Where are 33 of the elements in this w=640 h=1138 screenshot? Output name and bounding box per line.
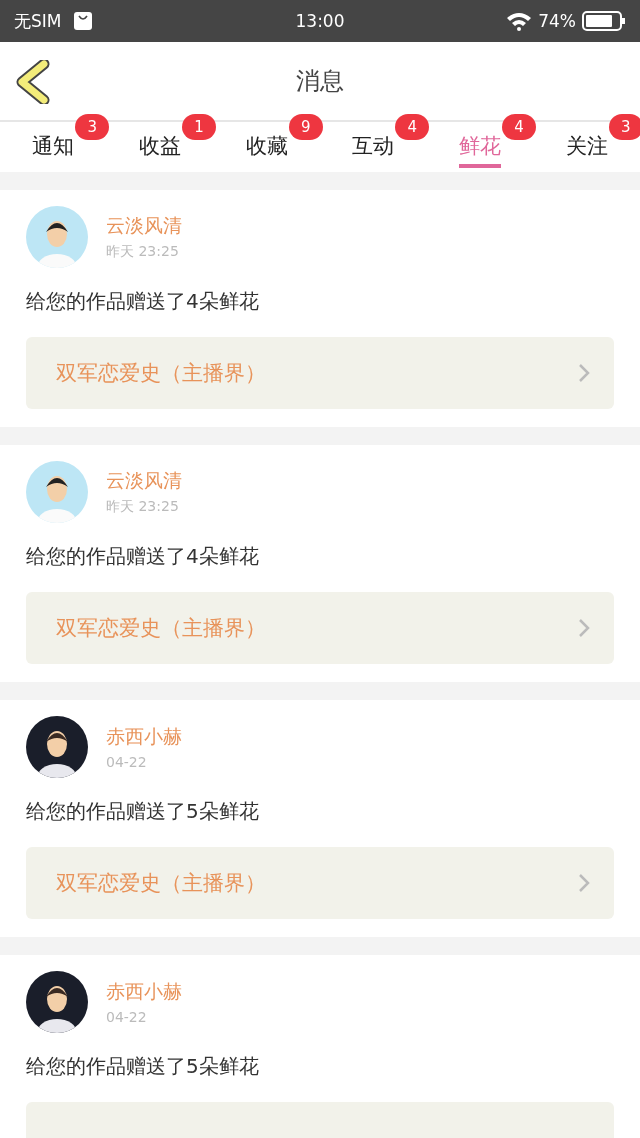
clock: 13:00 bbox=[295, 11, 345, 31]
carrier-label: 无SIM bbox=[14, 9, 62, 33]
tab[interactable]: 收藏 bbox=[245, 122, 288, 172]
count-badge: 4 bbox=[395, 114, 430, 140]
wifi-icon bbox=[506, 11, 533, 31]
shopping-bag-icon bbox=[73, 11, 94, 31]
user-name: 云淡风清 bbox=[106, 468, 182, 493]
user-name: 赤西小赫 bbox=[106, 979, 182, 1004]
battery-icon bbox=[582, 11, 626, 31]
tab[interactable]: 收益 bbox=[139, 122, 181, 172]
tab[interactable]: 关注 bbox=[565, 122, 608, 172]
chevron-right-icon bbox=[578, 363, 590, 383]
message-text: 给您的作品赠送了4朵鲜花 bbox=[26, 288, 260, 315]
chevron-right-icon bbox=[578, 618, 590, 638]
count-badge: 9 bbox=[288, 114, 323, 140]
battery-percent: 74% bbox=[538, 11, 576, 31]
message-text: 给您的作品赠送了5朵鲜花 bbox=[26, 798, 260, 825]
user-name: 赤西小赫 bbox=[106, 724, 182, 749]
user-name: 云淡风清 bbox=[106, 213, 182, 238]
timestamp: 04-22 bbox=[106, 754, 148, 770]
count-badge: 3 bbox=[608, 114, 640, 140]
count-badge: 3 bbox=[75, 114, 110, 140]
timestamp: 昨天 23:25 bbox=[106, 498, 180, 516]
message-text: 给您的作品赠送了5朵鲜花 bbox=[26, 1053, 260, 1080]
count-badge: 4 bbox=[502, 114, 536, 140]
message-text: 给您的作品赠送了4朵鲜花 bbox=[26, 543, 260, 570]
timestamp: 昨天 23:25 bbox=[106, 243, 180, 261]
chevron-right-icon bbox=[578, 873, 590, 893]
timestamp: 04-22 bbox=[106, 1009, 148, 1025]
tab[interactable]: 通知 bbox=[32, 122, 75, 172]
tab[interactable]: 互动 bbox=[352, 122, 395, 172]
page-title: 消息 bbox=[296, 66, 344, 97]
count-badge: 1 bbox=[182, 114, 216, 140]
